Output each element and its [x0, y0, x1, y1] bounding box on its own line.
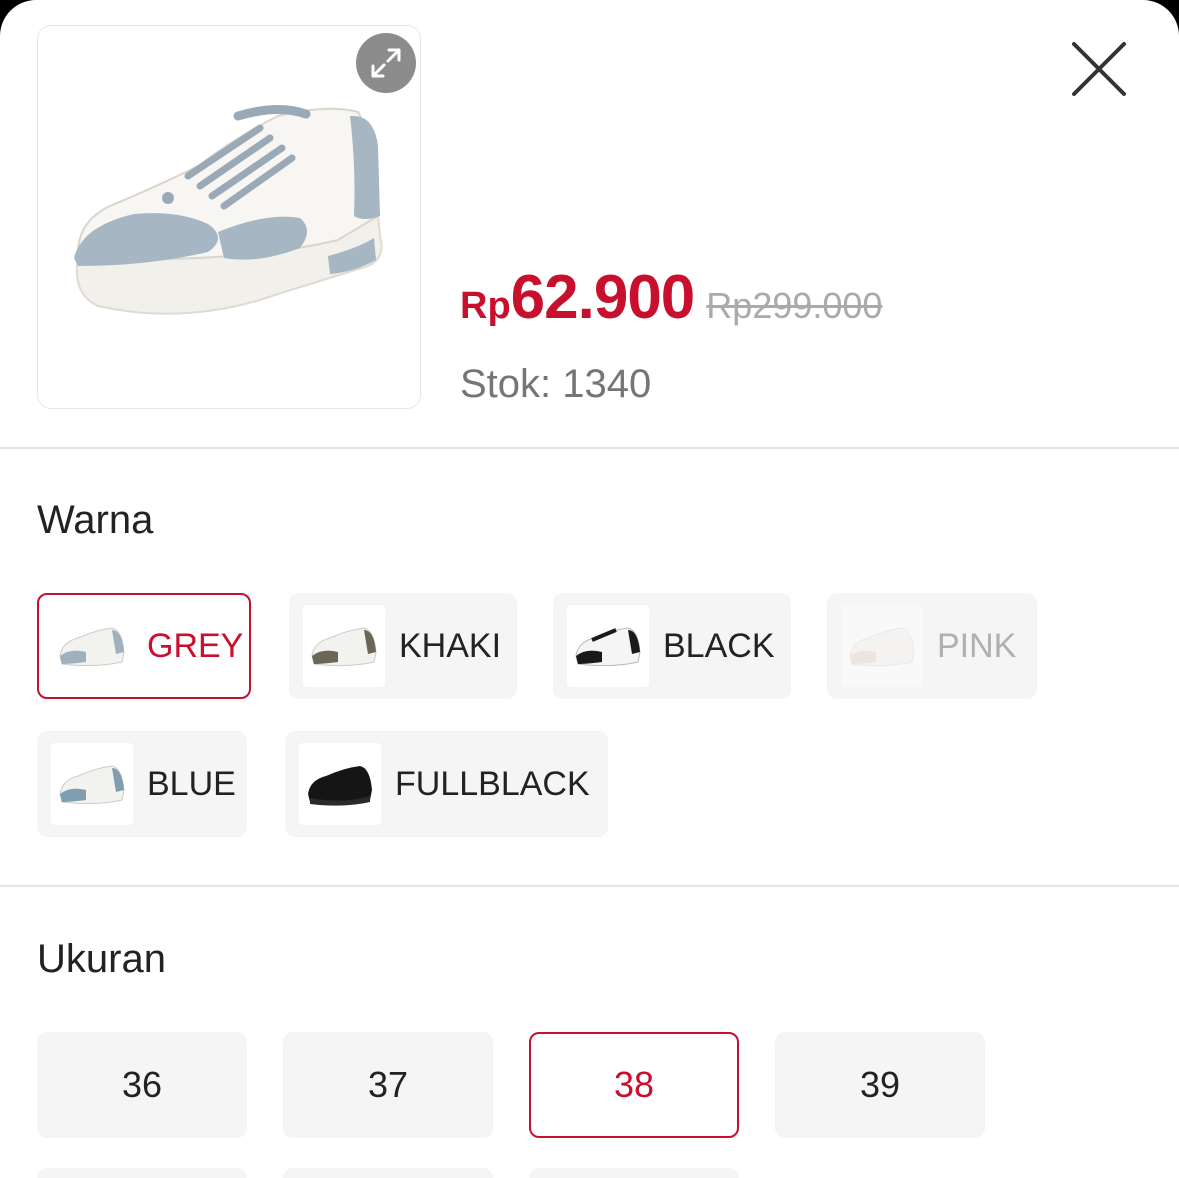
divider — [0, 447, 1179, 449]
color-option-fullblack[interactable]: FULLBLACK — [285, 731, 608, 837]
variant-thumbnail — [303, 605, 385, 687]
variant-sheet: Rp 62.900 Rp299.000 Stok: 1340 Warna GRE… — [0, 0, 1179, 1178]
color-option-label: GREY — [147, 626, 244, 665]
divider — [0, 885, 1179, 887]
shoe-thumbnail-icon — [59, 627, 125, 667]
price-row: Rp 62.900 Rp299.000 — [460, 262, 882, 333]
variant-thumbnail — [567, 605, 649, 687]
size-option-39[interactable]: 39 — [775, 1032, 985, 1138]
variant-thumbnail — [51, 743, 133, 825]
variant-thumbnail — [299, 743, 381, 825]
variant-thumbnail — [51, 605, 133, 687]
color-option-pink[interactable]: PINK — [827, 593, 1037, 699]
price-currency: Rp — [460, 285, 511, 327]
stock-label: Stok: 1340 — [460, 362, 652, 406]
size-option-36[interactable]: 36 — [37, 1032, 247, 1138]
original-price: Rp299.000 — [706, 285, 883, 326]
size-option-38[interactable]: 38 — [529, 1032, 739, 1138]
color-option-label: KHAKI — [399, 626, 502, 665]
color-option-label: FULLBLACK — [395, 764, 590, 803]
shoe-thumbnail-icon — [308, 766, 372, 806]
expand-image-button[interactable] — [356, 33, 416, 93]
shoe-thumbnail-icon — [849, 627, 915, 667]
color-option-blue[interactable]: BLUE — [37, 731, 247, 837]
variant-thumbnail — [841, 605, 923, 687]
shoe-thumbnail-icon — [575, 627, 641, 667]
color-option-label: BLUE — [147, 764, 236, 803]
color-section-title: Warna — [37, 498, 154, 542]
close-icon — [1072, 42, 1126, 96]
expand-icon — [371, 48, 401, 78]
close-button[interactable] — [1066, 38, 1130, 102]
shoe-thumbnail-icon — [311, 627, 377, 667]
color-option-label: BLACK — [663, 626, 775, 665]
price-amount: 62.900 — [510, 263, 696, 332]
size-section-title: Ukuran — [37, 937, 166, 981]
color-option-label: PINK — [937, 626, 1017, 665]
color-option-grey[interactable]: GREY — [37, 593, 251, 699]
size-option-partial[interactable] — [37, 1168, 247, 1178]
shoe-thumbnail-icon — [59, 765, 125, 805]
color-option-khaki[interactable]: KHAKI — [289, 593, 517, 699]
size-option-37[interactable]: 37 — [283, 1032, 493, 1138]
size-option-partial[interactable] — [283, 1168, 493, 1178]
size-option-partial[interactable] — [529, 1168, 739, 1178]
color-option-black[interactable]: BLACK — [553, 593, 791, 699]
